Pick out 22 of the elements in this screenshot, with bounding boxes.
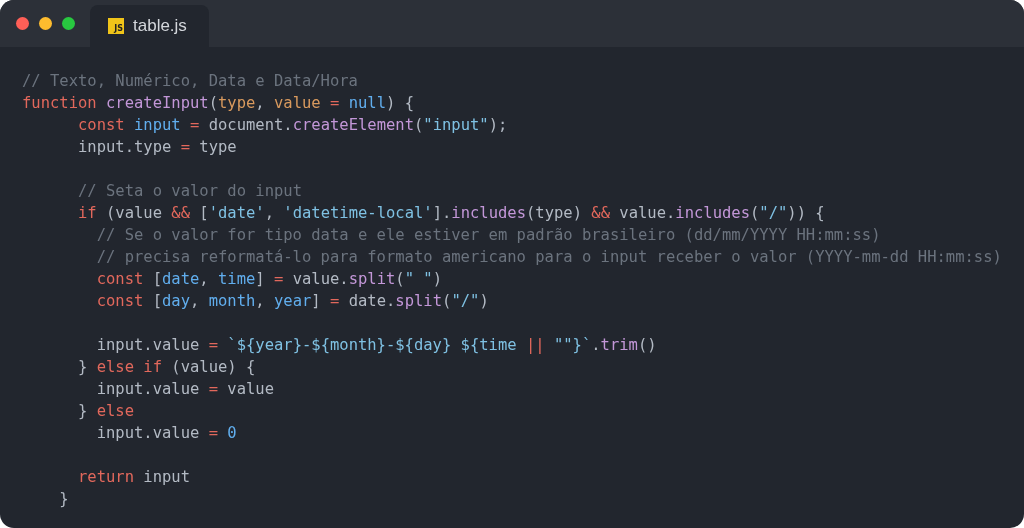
file-tab[interactable]: JS table.js xyxy=(90,5,209,47)
code-line: input.value = value xyxy=(96,379,274,400)
code-line: } xyxy=(59,489,69,510)
javascript-file-icon: JS xyxy=(108,18,124,34)
code-line: function createInput(type, value = null) { xyxy=(22,93,414,114)
code-line: // precisa reformatá-lo para formato americano para o input receber o valor (YYYY-mm-dd HH:mm:ss) xyxy=(96,247,1002,268)
code-line: const [date, time] = value.split(" ") xyxy=(96,269,443,290)
window-control-icon[interactable] xyxy=(16,17,29,30)
code-line: // Texto, Numérico, Data e Data/Hora xyxy=(22,71,358,92)
window-control-icon[interactable] xyxy=(62,17,75,30)
code-line: const input = document.createElement("input"); xyxy=(78,115,508,136)
code-line: input.type = type xyxy=(78,137,237,158)
window-control-icon[interactable] xyxy=(39,17,52,30)
code-line: } else xyxy=(78,401,134,422)
code-line: if (value && ['date', 'datetime-local'].includes(type) && value.includes("/")) { xyxy=(78,203,825,224)
code-line: return input xyxy=(78,467,190,488)
code-line: // Seta o valor do input xyxy=(78,181,302,202)
code-line: const [day, month, year] = date.split("/") xyxy=(96,291,489,312)
code-line: } else if (value) { xyxy=(78,357,256,378)
code-line: input.value = `${year}-${month}-${day} ${time || ""}`.trim() xyxy=(96,335,657,356)
code-line: // Se o valor for tipo data e ele estiver em padrão brasileiro (dd/mm/YYYY HH:mm:ss) xyxy=(96,225,881,246)
code-line: input.value = 0 xyxy=(96,423,237,444)
